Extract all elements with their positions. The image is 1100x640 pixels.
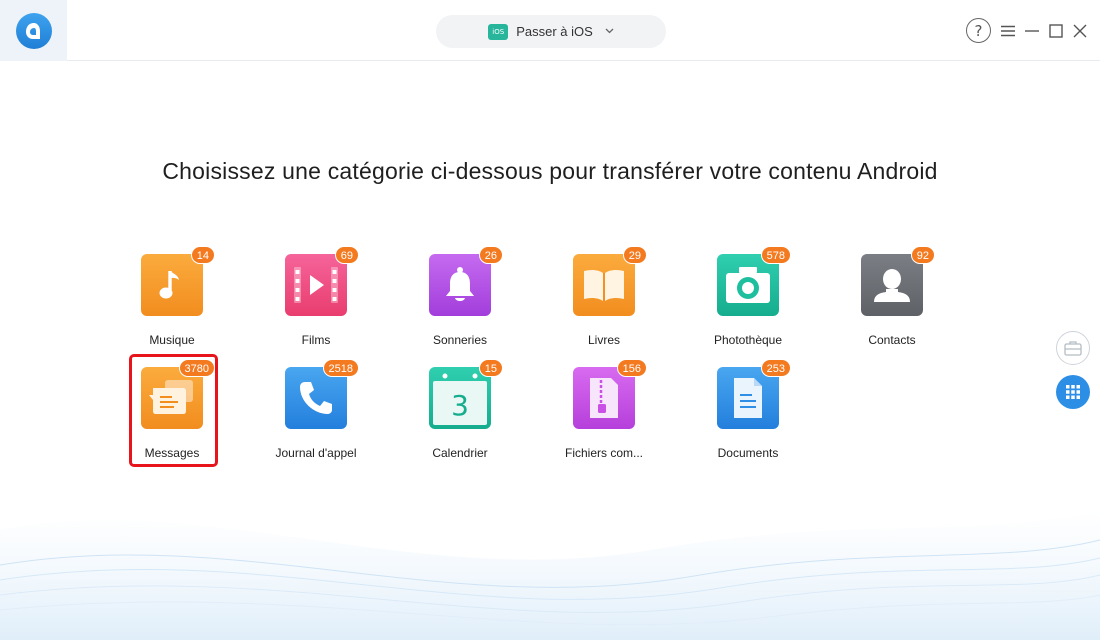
ios-switch-icon: iOS (488, 23, 509, 40)
category-photos[interactable]: 578 Photothèque (688, 246, 808, 354)
grid-icon (1066, 385, 1080, 399)
category-music[interactable]: 14 Musique (112, 246, 232, 354)
category-view-button[interactable] (1056, 375, 1090, 409)
count-badge: 2518 (322, 359, 359, 377)
maximize-icon[interactable] (1046, 18, 1066, 44)
count-badge: 15 (478, 359, 503, 377)
category-label: Contacts (868, 333, 916, 347)
minimize-icon[interactable] (1022, 18, 1042, 44)
category-films[interactable]: 69 Films (256, 246, 376, 354)
category-label: Documents (717, 446, 779, 460)
category-contacts[interactable]: 92 Contacts (832, 246, 952, 354)
count-badge: 14 (190, 246, 215, 264)
category-label: Journal d'appel (275, 446, 357, 460)
title-bar: iOS Passer à iOS ? (0, 0, 1100, 61)
page-heading: Choisissez une catégorie ci-dessous pour… (162, 158, 938, 184)
toolbox-button[interactable] (1056, 331, 1090, 365)
background-waves (0, 510, 1100, 640)
category-label: Sonneries (432, 333, 488, 347)
archive-icon: 156 (573, 359, 647, 429)
category-label: Photothèque (713, 333, 783, 347)
count-badge: 92 (910, 246, 935, 264)
chevron-down-icon (605, 26, 614, 37)
count-badge: 26 (478, 246, 503, 264)
mode-selector[interactable]: iOS Passer à iOS (436, 15, 666, 48)
menu-icon[interactable] (998, 18, 1018, 44)
message-icon: 3780 (141, 359, 215, 429)
category-documents[interactable]: 253 Documents (688, 359, 808, 467)
phone-icon: 2518 (285, 359, 359, 429)
category-label: Fichiers com... (564, 446, 643, 460)
contact-icon: 92 (861, 246, 935, 316)
category-books[interactable]: 29 Livres (544, 246, 664, 354)
camera-icon: 578 (717, 246, 791, 316)
category-label: Films (301, 333, 331, 347)
close-icon[interactable] (1070, 18, 1090, 44)
category-label: Messages (144, 446, 200, 460)
anytrans-logo-icon (15, 12, 52, 49)
category-calendar[interactable]: 3 15 Calendrier (400, 359, 520, 467)
category-compressed-files[interactable]: 156 Fichiers com... (544, 359, 664, 467)
category-label: Calendrier (432, 446, 488, 460)
count-badge: 29 (622, 246, 647, 264)
count-badge: 253 (760, 359, 791, 377)
music-icon: 14 (141, 246, 215, 316)
mode-label: Passer à iOS (516, 24, 593, 39)
film-icon: 69 (285, 246, 359, 316)
document-icon: 253 (717, 359, 791, 429)
count-badge: 3780 (178, 359, 215, 377)
count-badge: 69 (334, 246, 359, 264)
category-call-log[interactable]: 2518 Journal d'appel (256, 359, 376, 467)
calendar-icon: 3 15 (429, 359, 503, 429)
count-badge: 156 (616, 359, 647, 377)
help-button[interactable]: ? (966, 18, 991, 43)
count-badge: 578 (760, 246, 791, 264)
category-messages[interactable]: 3780 Messages (112, 359, 232, 467)
category-label: Livres (587, 333, 620, 347)
category-ringtones[interactable]: 26 Sonneries (400, 246, 520, 354)
book-icon: 29 (573, 246, 647, 316)
category-label: Musique (149, 333, 195, 347)
toolbox-icon (1064, 341, 1082, 356)
bell-icon: 26 (429, 246, 503, 316)
calendar-day: 3 (451, 388, 469, 422)
app-logo[interactable] (0, 0, 67, 61)
